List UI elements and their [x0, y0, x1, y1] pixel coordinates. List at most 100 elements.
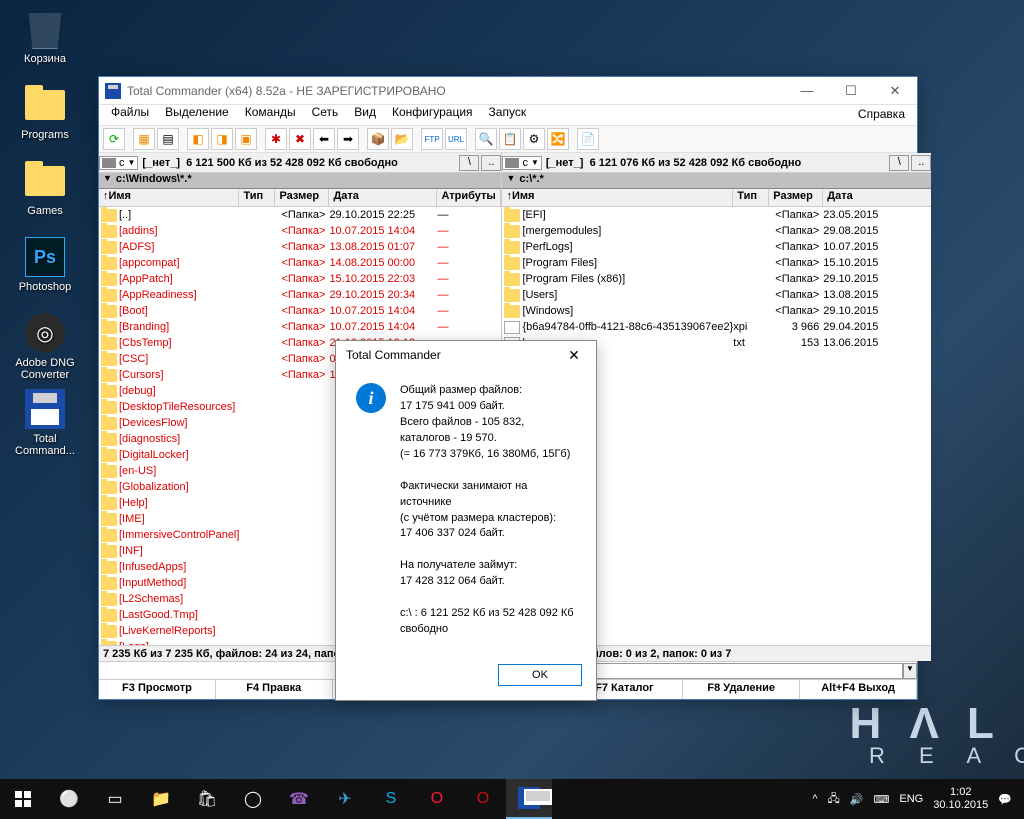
network-icon[interactable]: 🖧	[828, 790, 840, 809]
keyboard-icon[interactable]: ⌨	[874, 793, 890, 806]
dialog-titlebar[interactable]: Total Commander ✕	[336, 341, 596, 369]
totalcmd-taskbar-icon[interactable]	[506, 779, 552, 819]
menu-item[interactable]: Конфигурация	[384, 103, 481, 121]
refresh-icon[interactable]: ⟳	[103, 128, 125, 150]
tbtn[interactable]: 📋	[499, 128, 521, 150]
telegram-icon[interactable]: ✈	[322, 779, 368, 819]
column-header[interactable]: ↑Имя Тип Размер Дата Атрибуты	[99, 189, 501, 207]
wallpaper-text: H Λ L : R E A C	[849, 699, 1024, 769]
file-row[interactable]: [appcompat]<Папка>14.08.2015 00:00—	[99, 255, 501, 271]
desktop-icon[interactable]: PsPhotoshop	[10, 236, 80, 293]
desktop-icon[interactable]: Total Command...	[10, 388, 80, 457]
system-tray[interactable]: ^ 🖧 🔊 ⌨ ENG 1:02 30.10.2015 💬	[812, 786, 1024, 812]
desktop-icon[interactable]: Games	[10, 160, 80, 217]
pack-icon[interactable]: 📦	[367, 128, 389, 150]
tbtn[interactable]: ✱	[265, 128, 287, 150]
notepad-icon[interactable]: 📄	[577, 128, 599, 150]
menu-item[interactable]: Команды	[237, 103, 304, 121]
viber-icon[interactable]: ☎	[276, 779, 322, 819]
file-row[interactable]: [Boot]<Папка>10.07.2015 14:04—	[99, 303, 501, 319]
close-button[interactable]: ✕	[873, 77, 917, 105]
path-bar[interactable]: ▼c:\*.*	[502, 173, 931, 189]
file-row[interactable]: {b6a94784-0ffb-4121-88c6-435139067ee2}xp…	[502, 319, 931, 335]
volume-icon[interactable]: 🔊	[850, 793, 864, 806]
tbtn[interactable]: ▦	[133, 128, 155, 150]
tray-chevron-icon[interactable]: ^	[812, 793, 817, 805]
unpack-icon[interactable]: 📂	[391, 128, 413, 150]
maximize-button[interactable]: ☐	[829, 77, 873, 105]
notifications-icon[interactable]: 💬	[998, 793, 1012, 806]
search-icon[interactable]: ⚪	[46, 779, 92, 819]
start-button[interactable]	[0, 779, 46, 819]
back-icon[interactable]: ⬅	[313, 128, 335, 150]
desktop: Корзина Programs Games PsPhotoshop ◎Adobe DN…	[0, 0, 1024, 819]
drive-bar: c▼ [_нет_] 6 121 076 Кб из 52 428 092 Кб…	[502, 153, 931, 173]
fkey-button[interactable]: F4 Правка	[216, 680, 333, 699]
steam-icon[interactable]: ◯	[230, 779, 276, 819]
menu-item[interactable]: Выделение	[157, 103, 237, 121]
root-button[interactable]: \	[459, 155, 479, 171]
file-row[interactable]: [Branding]<Папка>10.07.2015 14:04—	[99, 319, 501, 335]
menu-item[interactable]: Файлы	[103, 103, 157, 121]
tbtn[interactable]: ▤	[157, 128, 179, 150]
dialog-close-button[interactable]: ✕	[552, 341, 596, 369]
file-row[interactable]: [AppPatch]<Папка>15.10.2015 22:03—	[99, 271, 501, 287]
tbtn[interactable]: 🔀	[547, 128, 569, 150]
minimize-button[interactable]: —	[785, 77, 829, 105]
file-row[interactable]: [AppReadiness]<Папка>29.10.2015 20:34—	[99, 287, 501, 303]
file-row[interactable]: [Windows]<Папка>29.10.2015	[502, 303, 931, 319]
toolbar: ⟳ ▦ ▤ ◧ ◨ ▣ ✱ ✖ ⬅ ➡ 📦 📂 FTP URL 🔍 📋 ⚙ 🔀 …	[99, 125, 917, 153]
tbtn[interactable]: ◧	[187, 128, 209, 150]
file-row[interactable]: [mergemodules]<Папка>29.08.2015	[502, 223, 931, 239]
tbtn[interactable]: ✖	[289, 128, 311, 150]
url-icon[interactable]: URL	[445, 128, 467, 150]
command-history[interactable]: ▼	[903, 663, 917, 679]
up-button[interactable]: ..	[911, 155, 931, 171]
drive-selector[interactable]: c▼	[99, 156, 138, 170]
clock[interactable]: 1:02 30.10.2015	[933, 786, 988, 812]
explorer-icon[interactable]: 📁	[138, 779, 184, 819]
file-row[interactable]: [Users]<Папка>13.08.2015	[502, 287, 931, 303]
opera-icon[interactable]: O	[460, 779, 506, 819]
tbtn[interactable]: ◨	[211, 128, 233, 150]
desktop-icon[interactable]: ◎Adobe DNG Converter	[10, 312, 80, 381]
info-icon: i	[356, 383, 386, 413]
tbtn[interactable]: ⚙	[523, 128, 545, 150]
path-bar[interactable]: ▼c:\Windows\*.*	[99, 173, 501, 189]
up-button[interactable]: ..	[481, 155, 501, 171]
dialog-message: Общий размер файлов: 17 175 941 009 байт…	[400, 383, 576, 638]
ftp-icon[interactable]: FTP	[421, 128, 443, 150]
menu-item[interactable]: Вид	[346, 103, 384, 121]
file-row[interactable]: [Program Files (x86)]<Папка>29.10.2015	[502, 271, 931, 287]
forward-icon[interactable]: ➡	[337, 128, 359, 150]
file-row[interactable]: [PerfLogs]<Папка>10.07.2015	[502, 239, 931, 255]
ok-button[interactable]: OK	[498, 664, 582, 686]
fkey-button[interactable]: F8 Удаление	[683, 680, 800, 699]
skype-icon[interactable]: S	[368, 779, 414, 819]
app-icon	[105, 83, 121, 99]
menu-help[interactable]: Справка	[850, 105, 913, 125]
column-header[interactable]: ↑Имя Тип Размер Дата	[502, 189, 931, 207]
info-dialog: Total Commander ✕ i Общий размер файлов:…	[335, 340, 597, 701]
file-row[interactable]: [EFI]<Папка>23.05.2015	[502, 207, 931, 223]
titlebar[interactable]: Total Commander (x64) 8.52a - НЕ ЗАРЕГИС…	[99, 77, 917, 105]
menu-item[interactable]: Запуск	[481, 103, 535, 121]
menu-item[interactable]: Сеть	[304, 103, 347, 121]
root-button[interactable]: \	[889, 155, 909, 171]
store-icon[interactable]: 🛍	[184, 779, 230, 819]
language-indicator[interactable]: ENG	[899, 793, 923, 805]
file-row[interactable]: [addins]<Папка>10.07.2015 14:04—	[99, 223, 501, 239]
menubar: ФайлыВыделениеКомандыСетьВидКонфигурация…	[99, 105, 917, 125]
file-row[interactable]: [ADFS]<Папка>13.08.2015 01:07—	[99, 239, 501, 255]
desktop-icon[interactable]: Programs	[10, 84, 80, 141]
drive-selector[interactable]: c▼	[502, 156, 541, 170]
search-icon[interactable]: 🔍	[475, 128, 497, 150]
opera-icon[interactable]: O	[414, 779, 460, 819]
file-row[interactable]: [Program Files]<Папка>15.10.2015	[502, 255, 931, 271]
file-row[interactable]: [..]<Папка>29.10.2015 22:25—	[99, 207, 501, 223]
tbtn[interactable]: ▣	[235, 128, 257, 150]
fkey-button[interactable]: F3 Просмотр	[99, 680, 216, 699]
fkey-button[interactable]: Alt+F4 Выход	[800, 680, 917, 699]
desktop-icon[interactable]: Корзина	[10, 8, 80, 65]
task-view-icon[interactable]: ▭	[92, 779, 138, 819]
